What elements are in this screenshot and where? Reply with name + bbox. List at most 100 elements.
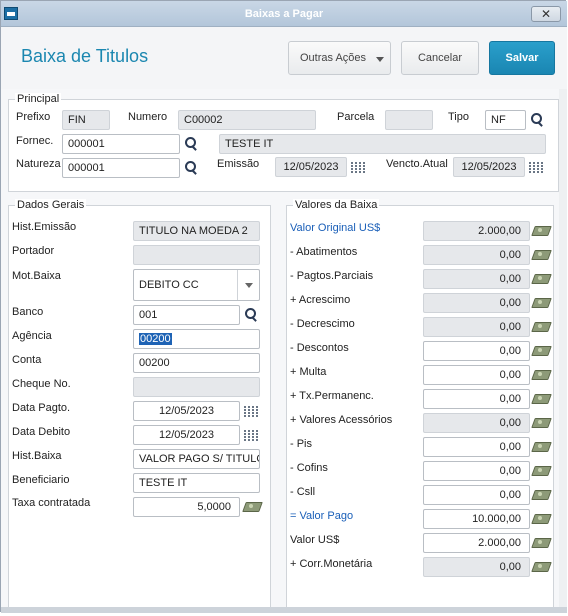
dados-gerais-title: Dados Gerais	[15, 199, 87, 211]
baixas-window: Baixas a Pagar ✕ Baixa de Titulos Outras…	[0, 0, 567, 613]
valores-row-label: - Abatimentos	[290, 246, 358, 258]
money-icon[interactable]	[243, 500, 261, 512]
close-button[interactable]: ✕	[531, 6, 561, 22]
chevron-down-icon[interactable]	[237, 270, 259, 300]
data-debito-label: Data Debito	[12, 426, 71, 438]
money-icon[interactable]	[532, 416, 550, 428]
scrollbar[interactable]	[559, 89, 567, 613]
money-icon[interactable]	[532, 440, 550, 452]
portador-label: Portador	[12, 245, 55, 257]
valores-row-field[interactable]: 0,00	[423, 437, 530, 457]
valores-row-label: - Decrescimo	[290, 318, 355, 330]
valores-row-field[interactable]: 0,00	[423, 557, 530, 577]
hist-emissao-label: Hist.Emissão	[12, 221, 77, 233]
valores-row-field[interactable]: 0,00	[423, 413, 530, 433]
conta-label: Conta	[12, 354, 42, 366]
emissao-label: Emissão	[217, 158, 260, 170]
valores-row-field[interactable]: 0,00	[423, 389, 530, 409]
portador-field[interactable]	[133, 245, 260, 265]
valores-row-field[interactable]: 0,00	[423, 293, 530, 313]
page-header: Baixa de Titulos Outras Ações Cancelar S…	[1, 27, 567, 89]
valores-row-field[interactable]: 0,00	[423, 461, 530, 481]
cancel-button[interactable]: Cancelar	[401, 41, 479, 75]
money-icon[interactable]	[532, 296, 550, 308]
beneficiario-label: Beneficiario	[12, 474, 70, 486]
calendar-icon[interactable]	[351, 162, 365, 174]
money-icon[interactable]	[532, 272, 550, 284]
natureza-field[interactable]: 000001	[62, 158, 180, 178]
valores-row-field[interactable]: 0,00	[423, 365, 530, 385]
principal-group: Principal Prefixo FIN Numero C00002 Parc…	[8, 93, 559, 192]
agencia-field[interactable]: 00200	[133, 329, 260, 349]
numero-field[interactable]: C00002	[178, 110, 316, 130]
conta-field[interactable]: 00200	[133, 353, 260, 373]
valores-baixa-group: Valores da Baixa Valor Original US$ 2.000…	[286, 199, 554, 610]
money-icon[interactable]	[532, 320, 550, 332]
hist-emissao-field[interactable]: TITULO NA MOEDA 2	[133, 221, 260, 241]
vencto-label: Vencto.Atual	[386, 158, 448, 170]
fornec-field[interactable]: 000001	[62, 134, 180, 154]
emissao-field[interactable]: 12/05/2023	[275, 157, 347, 177]
cheque-label: Cheque No.	[12, 378, 71, 390]
agencia-label: Agência	[12, 330, 52, 342]
taxa-field[interactable]: 5,0000	[133, 497, 240, 517]
money-icon[interactable]	[532, 488, 550, 500]
banco-field[interactable]: 001	[133, 305, 240, 325]
search-icon[interactable]	[183, 160, 199, 176]
money-icon[interactable]	[532, 560, 550, 572]
valores-row-label: + Multa	[290, 366, 327, 378]
beneficiario-field[interactable]: TESTE IT	[133, 473, 260, 493]
hist-baixa-field[interactable]: VALOR PAGO S/ TITULO	[133, 449, 260, 469]
tipo-field[interactable]: NF	[485, 110, 526, 130]
money-icon[interactable]	[532, 248, 550, 260]
valores-row-field[interactable]: 0,00	[423, 341, 530, 361]
valores-row-field[interactable]: 2.000,00	[423, 533, 530, 553]
dados-gerais-group: Dados Gerais Hist.Emissão TITULO NA MOED…	[8, 199, 271, 610]
tipo-label: Tipo	[448, 111, 469, 123]
calendar-icon[interactable]	[244, 406, 258, 418]
money-icon[interactable]	[532, 368, 550, 380]
fornec-name-field[interactable]: TESTE IT	[219, 134, 546, 154]
parcela-field[interactable]	[385, 110, 433, 130]
calendar-icon[interactable]	[244, 430, 258, 442]
valores-row-label: - Descontos	[290, 342, 349, 354]
money-icon[interactable]	[532, 512, 550, 524]
valores-row-field[interactable]: 0,00	[423, 485, 530, 505]
money-icon[interactable]	[532, 392, 550, 404]
money-icon[interactable]	[532, 536, 550, 548]
page-title: Baixa de Titulos	[21, 46, 149, 66]
cheque-field[interactable]	[133, 377, 260, 397]
search-icon[interactable]	[183, 136, 199, 152]
agencia-selected-text: 00200	[139, 333, 172, 345]
data-pagto-field[interactable]: 12/05/2023	[133, 401, 240, 421]
vencto-field[interactable]: 12/05/2023	[453, 157, 525, 177]
outras-acoes-button[interactable]: Outras Ações	[288, 41, 391, 75]
fornec-label: Fornec.	[16, 135, 54, 147]
valores-row-label: Valor US$	[290, 534, 340, 546]
prefixo-field[interactable]: FIN	[62, 110, 110, 130]
outras-acoes-label: Outras Ações	[300, 52, 367, 64]
mot-baixa-value: DEBITO CC	[139, 279, 199, 291]
money-icon[interactable]	[532, 344, 550, 356]
valores-row-label: Valor Original US$	[290, 222, 381, 234]
valores-baixa-title: Valores da Baixa	[293, 199, 380, 211]
valores-row-field[interactable]: 10.000,00	[423, 509, 530, 529]
numero-label: Numero	[128, 111, 168, 123]
valores-row-label: - Cofins	[290, 462, 328, 474]
search-icon[interactable]	[243, 307, 259, 323]
valores-row-field[interactable]: 2.000,00	[423, 221, 530, 241]
search-icon[interactable]	[529, 112, 545, 128]
valores-row-label: = Valor Pago	[290, 510, 354, 522]
data-debito-field[interactable]: 12/05/2023	[133, 425, 240, 445]
valores-row-field[interactable]: 0,00	[423, 317, 530, 337]
valores-row-field[interactable]: 0,00	[423, 245, 530, 265]
valores-row-label: + Acrescimo	[290, 294, 351, 306]
money-icon[interactable]	[532, 464, 550, 476]
calendar-icon[interactable]	[529, 162, 543, 174]
valores-row-label: - Csll	[290, 486, 316, 498]
mot-baixa-select[interactable]: DEBITO CC	[133, 269, 260, 301]
money-icon[interactable]	[532, 224, 550, 236]
save-button[interactable]: Salvar	[489, 41, 555, 75]
valores-row-field[interactable]: 0,00	[423, 269, 530, 289]
window-title: Baixas a Pagar	[244, 8, 324, 20]
